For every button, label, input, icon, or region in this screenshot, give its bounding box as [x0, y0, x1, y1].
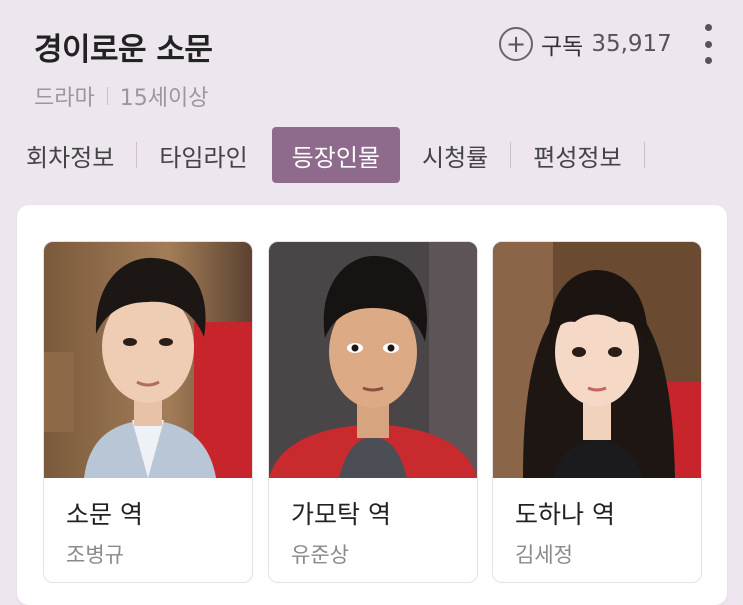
program-meta: 드라마 15세이상 [34, 80, 208, 112]
cast-actor: 조병규 [66, 543, 124, 567]
cast-actor: 김세정 [515, 543, 573, 567]
tab-characters[interactable]: 등장인물 [271, 127, 400, 183]
cast-role: 도하나 역 [515, 500, 615, 529]
subscribe-button[interactable]: + 구독 35,917 [499, 25, 672, 63]
page-title: 경이로운 소문 [34, 32, 213, 68]
cast-photo [493, 242, 701, 478]
cast-card[interactable]: 도하나 역 김세정 [492, 241, 702, 583]
cast-card[interactable]: 가모탁 역 유준상 [268, 241, 478, 583]
tab-timeline[interactable]: 타임라인 [137, 127, 269, 183]
subscribe-label: 구독 [541, 34, 584, 60]
tab-episode-info[interactable]: 회차정보 [0, 127, 136, 183]
cast-photo [44, 242, 252, 478]
tab-ratings[interactable]: 시청률 [400, 127, 510, 183]
cast-role: 가모탁 역 [291, 500, 391, 529]
plus-circle-icon: + [499, 27, 533, 61]
more-vertical-icon[interactable] [700, 24, 716, 64]
rating-label: 15세이상 [119, 86, 209, 111]
meta-divider [106, 87, 108, 105]
tab-schedule[interactable]: 편성정보 [511, 127, 643, 183]
subscriber-count: 35,917 [591, 31, 672, 57]
cast-photo [269, 242, 477, 478]
cast-card[interactable]: 소문 역 조병규 [43, 241, 253, 583]
genre-label[interactable]: 드라마 [34, 80, 95, 112]
tab-bar: 회차정보 타임라인 등장인물 시청률 편성정보 [0, 127, 743, 183]
tab-divider [643, 142, 645, 168]
cast-actor: 유준상 [291, 543, 349, 567]
cast-role: 소문 역 [66, 500, 143, 529]
